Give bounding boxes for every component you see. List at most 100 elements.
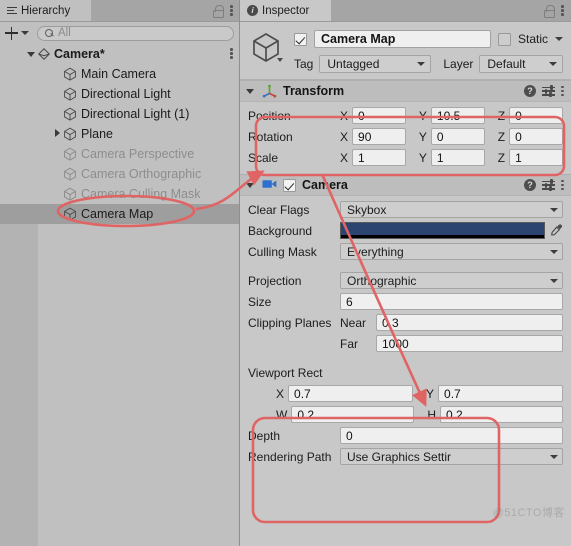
dropdown-value: Skybox [347, 202, 387, 217]
axis-input-x[interactable]: 1 [352, 149, 406, 166]
axis-input-y[interactable]: 0 [430, 128, 485, 145]
hierarchy-item-directional-light-1[interactable]: Directional Light (1) [0, 104, 240, 124]
hierarchy-item-camera-culling-mask[interactable]: Camera Culling Mask [0, 184, 240, 204]
tag-dropdown[interactable]: Untagged [319, 55, 432, 73]
inspector-tab-tools [543, 0, 571, 21]
hierarchy-item-plane[interactable]: Plane [0, 124, 240, 144]
static-checkbox[interactable] [497, 32, 511, 46]
axis-label-x: X [340, 129, 349, 144]
object-name-input[interactable]: Camera Map [314, 30, 491, 48]
chevron-down-icon[interactable] [21, 31, 29, 35]
component-header-transform[interactable]: Transform? [240, 80, 571, 102]
field-row-rotation: Rotation X 90 Y 0 Z 0 [248, 126, 563, 147]
layer-dropdown[interactable]: Default [479, 55, 563, 73]
field-row-row: W 0.2 H 0.2 [248, 404, 563, 425]
dropdown-value: Use Graphics Settir [347, 449, 452, 464]
tab-hierarchy[interactable]: Hierarchy [0, 0, 92, 21]
axis-label-x: X [340, 108, 349, 123]
tabbar-spacer [332, 0, 543, 21]
foldout-toggle-icon[interactable] [245, 180, 256, 191]
dropdown-clear-flags[interactable]: Skybox [340, 201, 563, 218]
gameobject-icon [63, 107, 77, 121]
hierarchy-item-label: Camera Perspective [81, 147, 195, 161]
foldout-toggle-icon[interactable] [52, 129, 63, 140]
kebab-menu-icon[interactable] [230, 47, 233, 60]
kebab-menu-icon[interactable] [561, 179, 564, 192]
hierarchy-item-label: Directional Light [81, 87, 171, 101]
component-enabled-checkbox[interactable] [283, 178, 296, 192]
static-dropdown-caret-icon[interactable] [555, 37, 563, 41]
axis-input-z[interactable]: 0 [509, 107, 563, 124]
eyedropper-icon[interactable] [550, 223, 563, 238]
kebab-menu-icon[interactable] [561, 4, 564, 17]
help-icon[interactable]: ? [524, 179, 536, 191]
kebab-menu-icon[interactable] [230, 4, 233, 17]
dropdown-rendering-path[interactable]: Use Graphics Settir [340, 448, 563, 465]
chevron-down-icon[interactable] [277, 58, 283, 62]
field-label: Scale [248, 150, 279, 165]
field-label: Rotation [248, 129, 293, 144]
axis-label-z: Z [497, 129, 506, 144]
axis-input-y[interactable]: 1 [430, 149, 485, 166]
input-size[interactable]: 6 [340, 293, 563, 310]
hierarchy-tree: Camera* Main Camera Directional Light Direc… [0, 44, 240, 546]
foldout-toggle-icon[interactable] [245, 86, 256, 97]
dropdown-culling-mask[interactable]: Everything [340, 243, 563, 260]
input-near[interactable]: 0.3 [376, 314, 563, 331]
preset-settings-icon[interactable] [542, 84, 555, 98]
hierarchy-panel: Hierarchy All Camera* Main Camera Directio… [0, 0, 240, 546]
search-input[interactable]: All [37, 25, 234, 41]
chevron-down-icon [550, 249, 558, 254]
component-body-camera: Clear Flags Skybox Background Culling Mask E… [240, 196, 571, 473]
info-icon: i [247, 5, 258, 16]
hierarchy-item-camera-perspective[interactable]: Camera Perspective [0, 144, 240, 164]
input-far[interactable]: 1000 [376, 335, 563, 352]
lock-icon[interactable] [212, 5, 224, 18]
static-label: Static [517, 32, 548, 46]
axis-input-x[interactable]: 0.7 [288, 385, 413, 402]
hierarchy-item-camera-orthographic[interactable]: Camera Orthographic [0, 164, 240, 184]
field-label: Clear Flags [248, 202, 310, 217]
axis-label-w: W [276, 407, 288, 422]
tab-inspector-label: Inspector [262, 4, 310, 17]
dropdown-projection[interactable]: Orthographic [340, 272, 563, 289]
hierarchy-item-camera-map[interactable]: Camera Map [0, 204, 240, 224]
vector-field: X 0.7 Y 0.7 [276, 385, 563, 402]
field-label: Rendering Path [248, 449, 332, 464]
foldout-toggle-icon[interactable] [26, 49, 37, 60]
axis-input-h[interactable]: 0.2 [440, 406, 563, 423]
chevron-down-icon [550, 278, 558, 283]
background-color-swatch[interactable] [340, 222, 545, 239]
field-row-clipping-planes: Clipping Planes Near 0.3 [248, 312, 563, 333]
axis-input-z[interactable]: 0 [509, 128, 563, 145]
kebab-menu-icon[interactable] [561, 85, 564, 98]
gameobject-icon [63, 67, 77, 81]
field-label: Culling Mask [248, 244, 317, 259]
chevron-down-icon [550, 454, 558, 459]
hierarchy-item-directional-light[interactable]: Directional Light [0, 84, 240, 104]
hierarchy-item-camera[interactable]: Camera* [0, 44, 240, 64]
axis-input-x[interactable]: 90 [352, 128, 406, 145]
hierarchy-item-main-camera[interactable]: Main Camera [0, 64, 240, 84]
axis-input-y[interactable]: 0.7 [438, 385, 563, 402]
help-icon[interactable]: ? [524, 85, 536, 97]
preset-settings-icon[interactable] [542, 178, 555, 192]
component-header-camera[interactable]: Camera? [240, 174, 571, 196]
plus-icon[interactable] [5, 26, 18, 40]
tab-inspector[interactable]: i Inspector [240, 0, 332, 21]
object-enabled-checkbox[interactable] [294, 32, 307, 46]
vector-field: X1Y1Z1 [340, 149, 563, 166]
tag-label: Tag [294, 57, 314, 71]
chevron-down-icon [549, 62, 557, 66]
field-row-row: X 0.7 Y 0.7 [248, 383, 563, 404]
axis-input-x[interactable]: 0 [352, 107, 406, 124]
axis-input-w[interactable]: 0.2 [291, 406, 415, 423]
foldout-spacer [52, 109, 63, 120]
axis-input-y[interactable]: 10.5 [430, 107, 485, 124]
field-row-clear-flags: Clear Flags Skybox [248, 199, 563, 220]
foldout-spacer [52, 149, 63, 160]
input-depth[interactable]: 0 [340, 427, 563, 444]
lock-icon[interactable] [543, 5, 555, 18]
hierarchy-item-menu[interactable] [230, 47, 233, 63]
axis-input-z[interactable]: 1 [509, 149, 563, 166]
